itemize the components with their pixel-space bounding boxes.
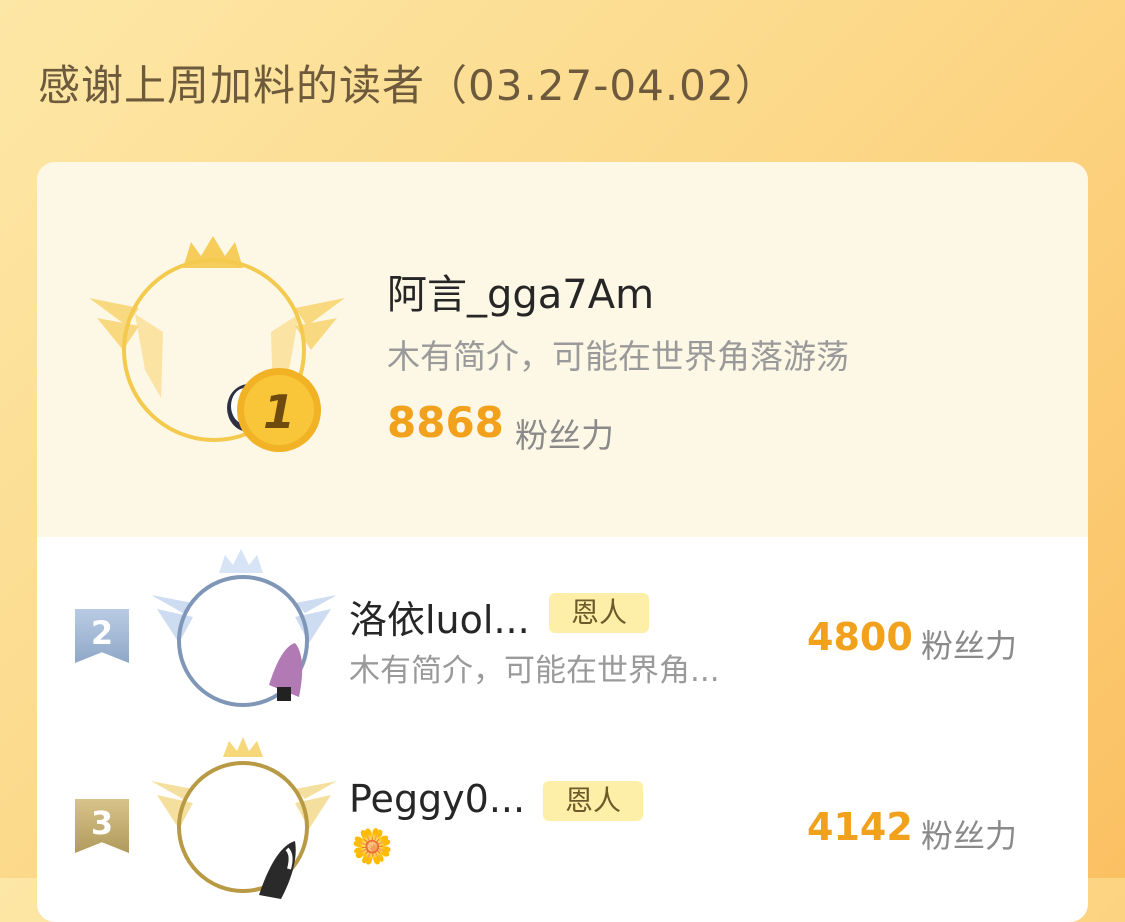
- leaderboard-top-entry[interactable]: 1 阿言_gga7Am 木有简介，可能在世界角落游荡 8868 粉丝力: [37, 162, 1088, 537]
- top-user-bio: 木有简介，可能在世界角落游荡: [387, 337, 849, 376]
- benefactor-tag: 恩人: [549, 593, 650, 633]
- silver-avatar-frame-icon: [151, 549, 337, 707]
- fans-count: 4800: [807, 615, 913, 659]
- leaderboard-card: 1 阿言_gga7Am 木有简介，可能在世界角落游荡 8868 粉丝力 2 洛依…: [37, 162, 1088, 922]
- gold-avatar-frame-icon: [89, 236, 345, 452]
- fans-label: 粉丝力: [921, 817, 1018, 855]
- rank-badge: 2: [75, 609, 129, 663]
- leaderboard-row[interactable]: 3 Peggy0... 恩人 🌼 4142 粉丝力: [37, 727, 1088, 917]
- fans-count: 4142: [807, 805, 913, 849]
- rank-number: 1: [262, 385, 295, 439]
- section-title: 感谢上周加料的读者（03.27-04.02）: [38, 61, 778, 110]
- user-name[interactable]: 洛依luol...: [349, 589, 530, 644]
- benefactor-tag: 恩人: [543, 781, 644, 821]
- leaderboard-row[interactable]: 2 洛依luol... 恩人 木有简介，可能在世界角... 4800 粉丝力: [37, 537, 1088, 727]
- bronze-avatar-frame-icon: [151, 737, 337, 899]
- user-bio: 木有简介，可能在世界角...: [349, 653, 720, 689]
- fans-label: 粉丝力: [921, 627, 1018, 665]
- top-user-name[interactable]: 阿言_gga7Am: [387, 262, 654, 320]
- top-user-fans-label: 粉丝力: [515, 416, 614, 455]
- rank-badge: 3: [75, 799, 129, 853]
- top-user-fans-count: 8868: [387, 398, 504, 447]
- user-name[interactable]: Peggy0...: [349, 777, 525, 821]
- flower-icon: 🌼: [351, 827, 394, 867]
